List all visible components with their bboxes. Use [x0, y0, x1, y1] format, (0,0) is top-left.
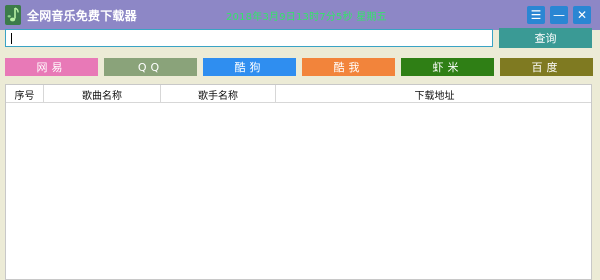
source-button-kuwo[interactable]: 酷我 [302, 58, 395, 76]
search-button[interactable]: 查询 [499, 28, 592, 48]
minimize-button[interactable]: — [550, 6, 568, 24]
close-icon: ✕ [576, 8, 588, 22]
search-input[interactable] [5, 29, 493, 47]
source-button-kugou[interactable]: 酷狗 [203, 58, 296, 76]
column-header-artist[interactable]: 歌手名称 [161, 85, 276, 103]
close-button[interactable]: ✕ [573, 6, 591, 24]
menu-icon: ☰ [530, 8, 542, 22]
source-button-baidu[interactable]: 百度 [500, 58, 593, 76]
minimize-icon: — [553, 8, 565, 22]
source-button-xiami[interactable]: 虾米 [401, 58, 494, 76]
table-header: 序号 歌曲名称 歌手名称 下载地址 [6, 85, 591, 103]
menu-button[interactable]: ☰ [527, 6, 545, 24]
app-title: 全网音乐免费下载器 [27, 9, 137, 23]
source-button-netease[interactable]: 网易 [5, 58, 98, 76]
title-bar[interactable]: 全网音乐免费下载器 2018年3月9日13时7分5秒 星期五 ☰ — ✕ [0, 0, 600, 30]
results-table[interactable]: 序号 歌曲名称 歌手名称 下载地址 [5, 84, 592, 280]
column-header-download-url[interactable]: 下载地址 [276, 85, 593, 103]
datetime-label: 2018年3月9日13时7分5秒 星期五 [226, 12, 387, 23]
music-note-icon [5, 5, 21, 25]
text-caret [11, 33, 12, 44]
source-button-qq[interactable]: QQ [104, 58, 197, 76]
app-window: 全网音乐免费下载器 2018年3月9日13时7分5秒 星期五 ☰ — ✕ 查询 … [0, 0, 600, 280]
column-header-song[interactable]: 歌曲名称 [44, 85, 161, 103]
column-header-index[interactable]: 序号 [6, 85, 44, 103]
